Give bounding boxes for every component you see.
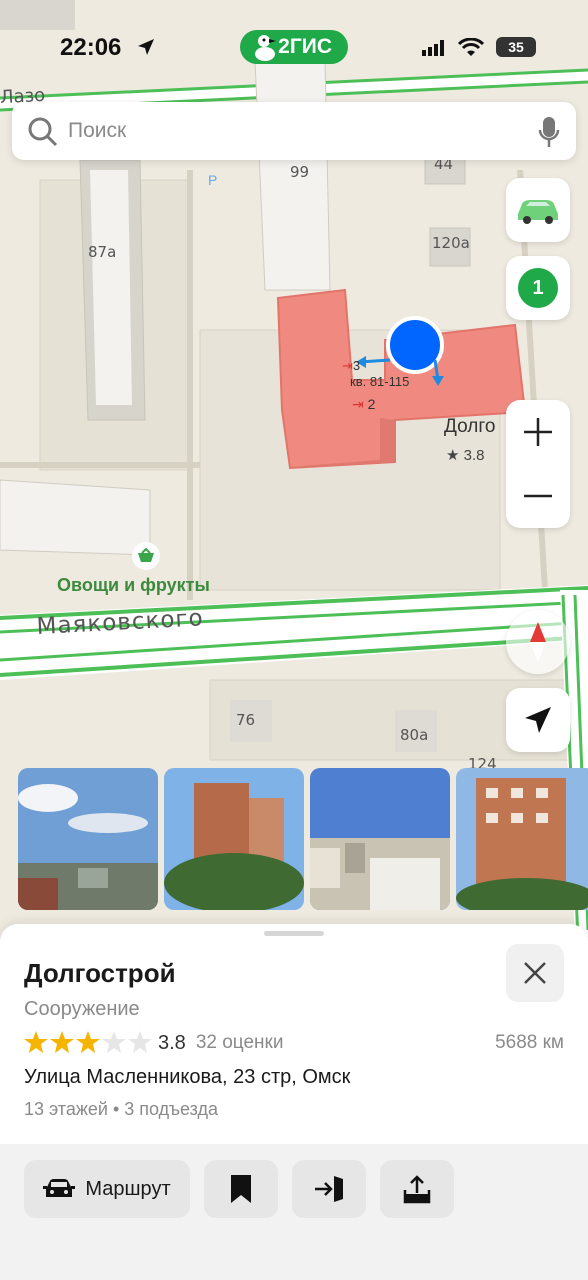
share-icon — [403, 1175, 431, 1204]
search-icon — [28, 117, 58, 147]
brand-badge: 2ГИС — [240, 30, 348, 64]
photo-brick-tower-icon — [164, 768, 304, 910]
map-place-label[interactable]: Долго — [444, 416, 495, 438]
location-arrow-icon — [138, 39, 154, 55]
zoom-in-button[interactable] — [506, 400, 570, 464]
poi-basket-icon[interactable] — [132, 542, 160, 570]
place-title: Долгострой — [24, 958, 176, 988]
photo-thumbnail[interactable] — [310, 768, 450, 910]
photo-thumbnail[interactable] — [164, 768, 304, 910]
zoom-out-button[interactable] — [506, 464, 570, 528]
plus-icon — [524, 418, 552, 446]
place-address[interactable]: Улица Масленникова, 23 стр, Омск — [24, 1066, 350, 1089]
apartments-label: кв. 81-115 — [350, 374, 410, 389]
sheet-grabber[interactable] — [264, 931, 324, 936]
microphone-icon[interactable] — [538, 116, 560, 148]
house-number: 76 — [236, 711, 256, 729]
car-icon — [43, 1179, 76, 1197]
route-label: Маршрут — [85, 1177, 171, 1200]
bookmark-icon — [231, 1175, 251, 1203]
route-button[interactable]: Маршрут — [24, 1160, 190, 1218]
enter-door-icon — [315, 1176, 343, 1202]
search-bar[interactable] — [12, 102, 576, 160]
minus-icon — [524, 494, 552, 498]
bookmark-button[interactable] — [204, 1160, 278, 1218]
rating-row[interactable]: 3.8 32 оценки — [24, 1029, 283, 1057]
entrance-number: ⇥ 2 — [352, 396, 376, 412]
close-button[interactable] — [506, 944, 564, 1002]
status-bar: 22:06 2ГИС 35 — [0, 0, 588, 96]
photo-sky-panorama-icon — [18, 768, 158, 910]
house-number: 120а — [432, 234, 470, 252]
search-input[interactable] — [68, 102, 508, 160]
entrance-number: ⇥3 — [342, 358, 361, 373]
distance: 5688 км — [495, 1032, 564, 1053]
poi-label[interactable]: Овощи и фрукты — [57, 575, 210, 596]
entrance-button[interactable] — [292, 1160, 366, 1218]
my-location-button[interactable] — [506, 688, 570, 752]
traffic-button[interactable]: 1 — [506, 256, 570, 320]
place-category: Сооружение — [24, 998, 140, 1020]
status-time: 22:06 — [60, 34, 122, 61]
house-number: 99 — [290, 163, 310, 181]
traffic-count: 1 — [518, 268, 558, 308]
transport-mode-button[interactable] — [506, 178, 570, 242]
share-button[interactable] — [380, 1160, 454, 1218]
place-card[interactable]: Долгострой Сооружение 3.8 32 оценки 5688… — [0, 924, 588, 1280]
photo-strip[interactable] — [18, 768, 588, 910]
car-icon — [518, 200, 558, 224]
photo-thumbnail[interactable] — [18, 768, 158, 910]
photo-brick-tower-icon — [456, 768, 588, 910]
map-place-rating: ★ 3.8 — [446, 447, 485, 464]
photo-city-view-icon — [310, 768, 450, 910]
compass-icon — [530, 622, 546, 662]
compass-button[interactable] — [506, 610, 570, 674]
zoom-control[interactable] — [506, 400, 570, 528]
close-icon — [524, 962, 546, 984]
brand-bird-icon — [255, 35, 276, 61]
action-bar: Маршрут — [0, 1144, 588, 1280]
rating-count[interactable]: 32 оценки — [196, 1032, 284, 1054]
parking-label: P — [208, 172, 218, 188]
battery-indicator: 35 — [496, 37, 536, 57]
star-rating-icon — [24, 1031, 152, 1053]
house-number: 80а — [400, 726, 429, 744]
cellular-signal-icon — [422, 40, 444, 56]
wifi-icon — [458, 38, 484, 56]
rating-value: 3.8 — [158, 1031, 186, 1054]
brand-name: 2ГИС — [278, 35, 332, 58]
navigation-arrow-icon — [525, 707, 551, 733]
house-number: 87а — [88, 243, 117, 261]
photo-thumbnail[interactable] — [456, 768, 588, 910]
building-meta: 13 этажей • 3 подъезда — [24, 1099, 218, 1119]
